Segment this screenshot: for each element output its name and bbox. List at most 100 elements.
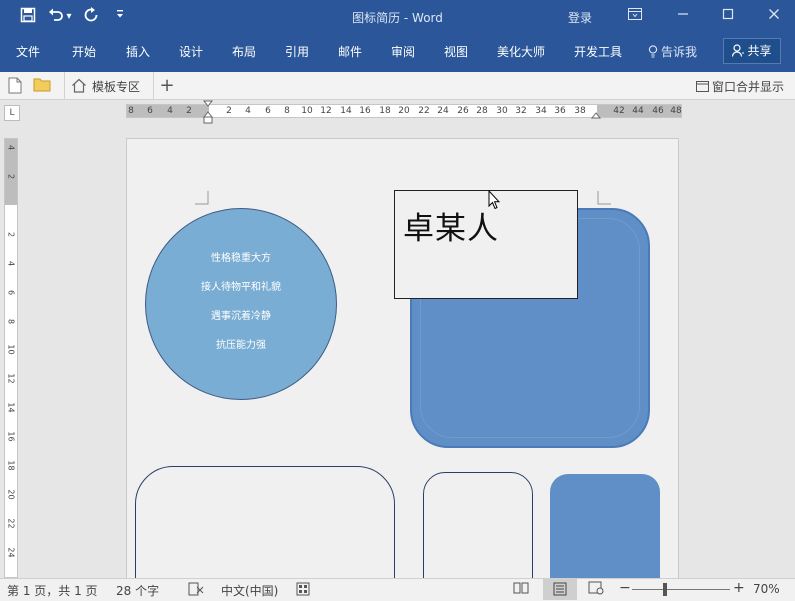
ruler-number: 20 bbox=[6, 489, 16, 500]
rounded-outline-shape-large[interactable] bbox=[135, 466, 395, 578]
right-indent-marker-icon[interactable] bbox=[590, 110, 602, 120]
tab-layout[interactable]: 布局 bbox=[232, 43, 256, 60]
rounded-outline-shape-small[interactable] bbox=[423, 472, 533, 578]
ruler-row: L 8 6 4 2 2 4 6 8 10 12 14 16 18 20 22 2… bbox=[0, 100, 795, 126]
ruler-number: 4 bbox=[6, 144, 16, 151]
new-document-icon[interactable] bbox=[8, 77, 26, 95]
blue-rounded-shape-small[interactable] bbox=[550, 474, 660, 578]
ruler-number: 28 bbox=[476, 106, 488, 116]
tab-developer[interactable]: 开发工具 bbox=[574, 43, 622, 60]
print-layout-icon[interactable] bbox=[543, 579, 577, 600]
lightbulb-icon bbox=[648, 45, 658, 58]
web-layout-icon[interactable] bbox=[585, 581, 607, 599]
mouse-cursor-icon bbox=[488, 190, 500, 210]
trait-text: 遇事沉着冷静 bbox=[211, 311, 271, 322]
ruler-number: 22 bbox=[418, 106, 430, 116]
ruler-number: 2 bbox=[6, 173, 16, 180]
person-icon bbox=[732, 44, 745, 57]
name-text[interactable]: 卓某人 bbox=[403, 203, 499, 248]
traits-circle[interactable]: 性格稳重大方 接人待物平和礼貌 遇事沉着冷静 抗压能力强 bbox=[145, 208, 337, 400]
crop-mark-icon bbox=[195, 191, 209, 205]
tab-template-zone[interactable]: 模板专区 bbox=[64, 72, 154, 100]
ruler-number: 4 bbox=[167, 106, 173, 116]
share-label: 共享 bbox=[747, 44, 772, 58]
ruler-number: 42 bbox=[613, 106, 625, 116]
maximize-icon[interactable] bbox=[717, 8, 739, 26]
ribbon-display-options-icon[interactable] bbox=[624, 8, 646, 26]
home-icon bbox=[72, 78, 86, 93]
title-bar: ▾ 图标简历 - Word 登录 bbox=[0, 0, 795, 34]
ruler-number: 10 bbox=[301, 106, 313, 116]
tab-mailings[interactable]: 邮件 bbox=[338, 43, 362, 60]
ruler-number: 16 bbox=[359, 106, 371, 116]
document-page[interactable]: 性格稳重大方 接人待物平和礼貌 遇事沉着冷静 抗压能力强 卓某人 bbox=[126, 138, 679, 578]
name-text-box[interactable]: 卓某人 bbox=[394, 190, 578, 299]
zoom-in-button[interactable]: + bbox=[733, 580, 745, 596]
share-button[interactable]: 共享 bbox=[723, 38, 781, 64]
open-folder-icon[interactable] bbox=[33, 77, 51, 95]
page-info[interactable]: 第 1 页，共 1 页 bbox=[7, 582, 98, 599]
document-tab-bar: 模板专区 + 窗口合并显示 bbox=[0, 72, 795, 100]
tab-file[interactable]: 文件 bbox=[16, 43, 40, 60]
tab-insert[interactable]: 插入 bbox=[126, 43, 150, 60]
zoom-out-button[interactable]: − bbox=[619, 580, 631, 596]
tab-references[interactable]: 引用 bbox=[285, 43, 309, 60]
tab-home[interactable]: 开始 bbox=[72, 43, 96, 60]
ruler-number: 8 bbox=[128, 106, 134, 116]
proofing-icon[interactable] bbox=[188, 582, 204, 599]
zoom-slider-thumb[interactable] bbox=[663, 583, 667, 596]
ruler-number: 4 bbox=[245, 106, 251, 116]
zoom-level[interactable]: 70% bbox=[753, 582, 780, 596]
ruler-number: 6 bbox=[6, 289, 16, 296]
indent-marker-icon[interactable] bbox=[202, 100, 214, 126]
ruler-number: 24 bbox=[437, 106, 449, 116]
save-icon[interactable] bbox=[18, 7, 38, 27]
ruler-number: 34 bbox=[535, 106, 547, 116]
ruler-number: 12 bbox=[6, 373, 16, 384]
minimize-icon[interactable] bbox=[672, 8, 694, 26]
ruler-number: 2 bbox=[6, 231, 16, 238]
ruler-number: 48 bbox=[670, 106, 682, 116]
tab-selector[interactable]: L bbox=[4, 105, 20, 121]
zoom-slider[interactable] bbox=[632, 589, 730, 590]
ruler-number: 18 bbox=[6, 460, 16, 471]
ruler-number: 6 bbox=[147, 106, 153, 116]
redo-icon[interactable] bbox=[81, 7, 101, 27]
new-tab-button[interactable]: + bbox=[157, 75, 177, 97]
merge-window-label: 窗口合并显示 bbox=[712, 80, 785, 94]
ruler-number: 8 bbox=[6, 318, 16, 325]
status-bar: 第 1 页，共 1 页 28 个字 中文(中国) − + 70% bbox=[0, 578, 795, 601]
ruler-number: 8 bbox=[284, 106, 290, 116]
ruler-number: 44 bbox=[632, 106, 644, 116]
ruler-number: 14 bbox=[340, 106, 352, 116]
tab-design[interactable]: 设计 bbox=[179, 43, 203, 60]
ruler-number: 10 bbox=[6, 344, 16, 355]
trait-text[interactable]: 抗压能力强 bbox=[146, 336, 336, 351]
macro-record-icon[interactable] bbox=[296, 582, 310, 599]
read-mode-icon[interactable] bbox=[510, 581, 532, 599]
ruler-number: 4 bbox=[6, 260, 16, 267]
ruler-number: 2 bbox=[186, 106, 192, 116]
ruler-number: 16 bbox=[6, 431, 16, 442]
customize-icon[interactable] bbox=[110, 7, 130, 27]
login-link[interactable]: 登录 bbox=[568, 9, 592, 26]
tab-review[interactable]: 审阅 bbox=[391, 43, 415, 60]
ruler-number: 46 bbox=[652, 106, 664, 116]
tell-me-search[interactable]: 告诉我 bbox=[648, 43, 697, 60]
close-icon[interactable] bbox=[763, 8, 785, 26]
ruler-number: 24 bbox=[6, 547, 16, 558]
undo-dropdown-icon[interactable]: ▾ bbox=[63, 7, 75, 27]
vertical-ruler[interactable]: 4 2 2 4 6 8 10 12 14 16 18 20 22 24 bbox=[4, 138, 18, 578]
ruler-number: 32 bbox=[515, 106, 527, 116]
word-count[interactable]: 28 个字 bbox=[116, 582, 159, 599]
trait-text: 性格稳重大方 bbox=[211, 253, 271, 264]
language-indicator[interactable]: 中文(中国) bbox=[221, 582, 278, 599]
merge-window-button[interactable]: 窗口合并显示 bbox=[696, 78, 784, 95]
tab-beautify-master[interactable]: 美化大师 bbox=[497, 43, 545, 60]
window-icon bbox=[696, 81, 709, 92]
trait-text: 接人待物平和礼貌 bbox=[201, 282, 281, 293]
ruler-number: 36 bbox=[554, 106, 566, 116]
ruler-number: 6 bbox=[265, 106, 271, 116]
ruler-number: 12 bbox=[320, 106, 332, 116]
tab-view[interactable]: 视图 bbox=[444, 43, 468, 60]
